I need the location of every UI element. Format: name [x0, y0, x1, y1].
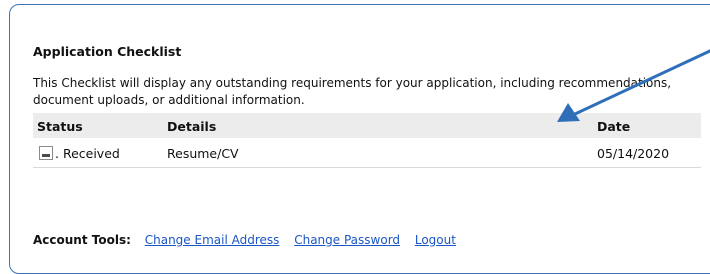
arrow-icon	[557, 49, 710, 122]
